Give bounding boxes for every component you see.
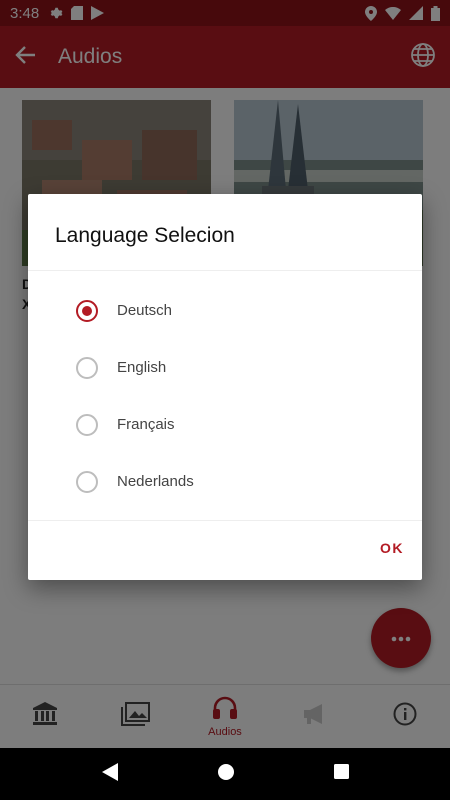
divider	[28, 520, 422, 521]
back-triangle-icon[interactable]	[101, 762, 118, 786]
language-selection-dialog: Language Selecion Deutsch English França…	[28, 194, 422, 580]
dialog-title: Language Selecion	[55, 224, 235, 247]
recents-square-icon[interactable]	[333, 764, 349, 784]
language-options: Deutsch English Français Nederlands	[28, 282, 422, 510]
option-label: Deutsch	[117, 302, 173, 319]
radio-button[interactable]	[76, 356, 98, 379]
radio-button-checked[interactable]	[76, 299, 98, 322]
language-option-francais[interactable]: Français	[28, 396, 422, 453]
home-circle-icon[interactable]	[217, 763, 234, 785]
divider	[28, 270, 422, 271]
option-label: English	[117, 359, 167, 376]
system-navigation-bar	[0, 748, 450, 800]
radio-button[interactable]	[76, 470, 98, 493]
radio-button[interactable]	[76, 413, 98, 436]
option-label: Nederlands	[117, 473, 194, 490]
language-option-deutsch[interactable]: Deutsch	[28, 282, 422, 339]
ok-button[interactable]: OK	[380, 540, 404, 556]
option-label: Français	[117, 416, 175, 433]
language-option-english[interactable]: English	[28, 339, 422, 396]
language-option-nederlands[interactable]: Nederlands	[28, 453, 422, 510]
